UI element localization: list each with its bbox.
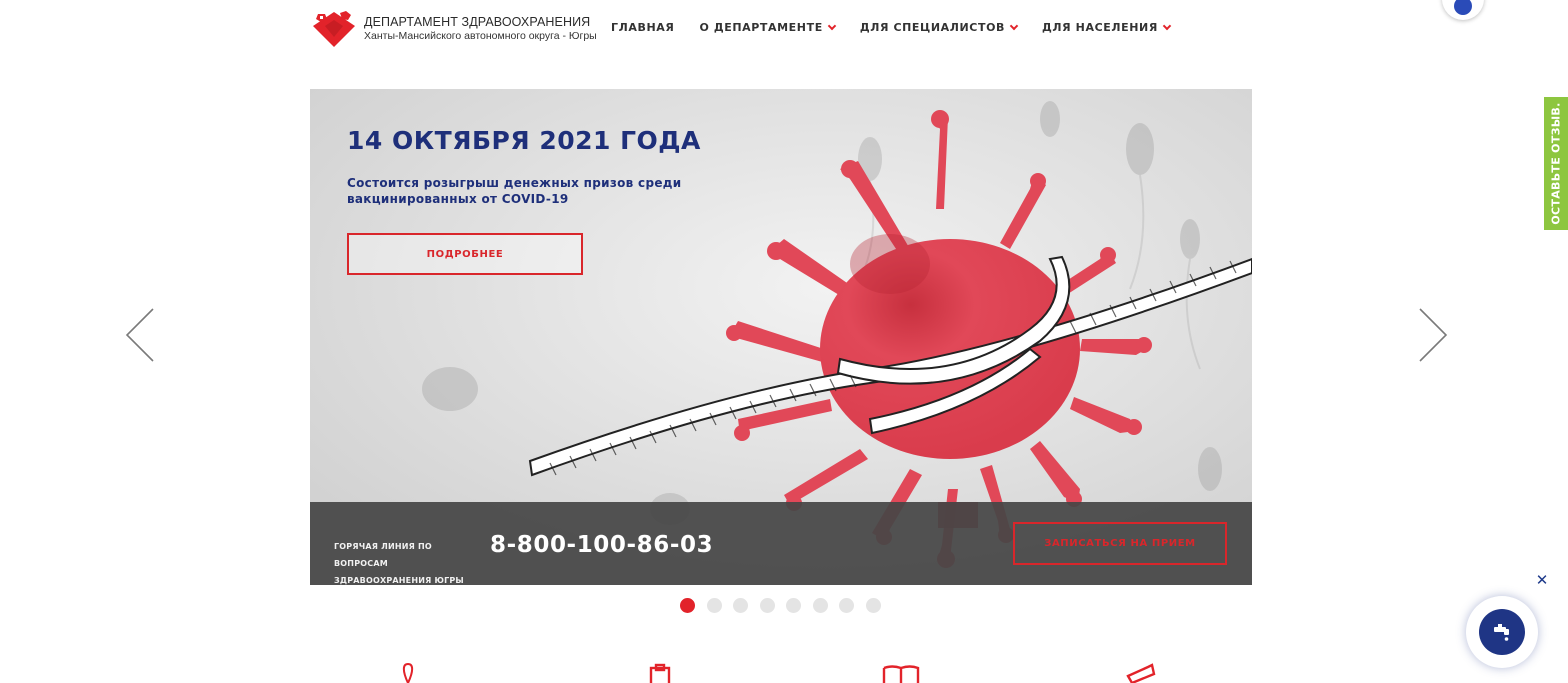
slider-next-button[interactable]	[1418, 307, 1448, 363]
chevron-left-icon	[125, 308, 154, 362]
hotline-number[interactable]: 8-800-100-86-03	[490, 532, 713, 558]
site-logo[interactable]: ДЕПАРТАМЕНТ ЗДРАВООХРАНЕНИЯ Ханты-Мансий…	[310, 10, 597, 48]
slider-dot-3[interactable]	[733, 598, 748, 613]
slide-text: Состоится розыгрыш денежных призов среди…	[347, 176, 682, 206]
nav-item-label: ДЛЯ НАСЕЛЕНИЯ	[1042, 21, 1158, 34]
hero-slider: 14 ОКТЯБРЯ 2021 ГОДА Состоится розыгрыш …	[310, 89, 1252, 585]
widget-close-button[interactable]: ✕	[1534, 572, 1550, 588]
slider-dot-1[interactable]	[680, 598, 695, 613]
nav-item-about[interactable]: О ДЕПАРТАМЕНТЕ	[699, 21, 837, 34]
more-button[interactable]: ПОДРОБНЕЕ	[347, 233, 583, 275]
chevron-down-icon	[1009, 21, 1019, 30]
nav-item-label: ГЛАВНАЯ	[611, 21, 675, 34]
logo-subtitle: Ханты-Мансийского автономного округа - Ю…	[364, 30, 597, 42]
hotline-label: ГОРЯЧАЯ ЛИНИЯ ПО ВОПРОСАМ ЗДРАВООХРАНЕНИ…	[334, 542, 464, 585]
hotline-bar: ГОРЯЧАЯ ЛИНИЯ ПО ВОПРОСАМ ЗДРАВООХРАНЕНИ…	[310, 502, 1252, 585]
slider-dot-6[interactable]	[812, 598, 828, 613]
megaphone-icon[interactable]	[1124, 662, 1160, 683]
chevron-down-icon	[827, 21, 837, 30]
slider-pagination	[680, 598, 892, 613]
slide-title: 14 ОКТЯБРЯ 2021 ГОДА	[347, 126, 701, 155]
nav-item-label: О ДЕПАРТАМЕНТЕ	[699, 21, 823, 34]
nav-item-population[interactable]: ДЛЯ НАСЕЛЕНИЯ	[1042, 21, 1172, 34]
clipboard-icon[interactable]	[648, 662, 672, 683]
chevron-down-icon	[1162, 21, 1172, 30]
logo-emblem-icon	[310, 10, 358, 48]
accessibility-button[interactable]	[1442, 0, 1484, 20]
feedback-tab-label: ОСТАВЬТЕ ОТЗЫВ.	[1549, 102, 1563, 225]
slider-dot-8[interactable]	[865, 598, 881, 613]
book-icon[interactable]	[882, 662, 920, 683]
nav-item-home[interactable]: ГЛАВНАЯ	[611, 21, 674, 34]
nav-item-label: ДЛЯ СПЕЦИАЛИСТОВ	[859, 21, 1006, 34]
feedback-tab[interactable]: ОСТАВЬТЕ ОТЗЫВ.	[1544, 97, 1568, 230]
slider-prev-button[interactable]	[125, 307, 155, 363]
faucet-icon	[1494, 624, 1509, 641]
main-nav: ГЛАВНАЯ О ДЕПАРТАМЕНТЕ ДЛЯ СПЕЦИАЛИСТОВ …	[611, 21, 1195, 34]
appointment-button[interactable]: ЗАПИСАТЬСЯ НА ПРИЕМ	[1013, 522, 1227, 565]
quick-links-row	[0, 662, 1568, 683]
slider-dot-7[interactable]	[839, 598, 854, 613]
nav-item-specialists[interactable]: ДЛЯ СПЕЦИАЛИСТОВ	[859, 21, 1019, 34]
slider-dot-4[interactable]	[759, 598, 775, 613]
slider-dot-2[interactable]	[706, 598, 722, 613]
slider-dot-5[interactable]	[786, 598, 801, 613]
chevron-right-icon	[1419, 308, 1448, 362]
logo-title: ДЕПАРТАМЕНТ ЗДРАВООХРАНЕНИЯ	[364, 15, 591, 29]
location-pin-icon[interactable]	[398, 662, 418, 683]
eye-icon	[1454, 0, 1472, 15]
help-widget-button[interactable]	[1466, 596, 1538, 668]
